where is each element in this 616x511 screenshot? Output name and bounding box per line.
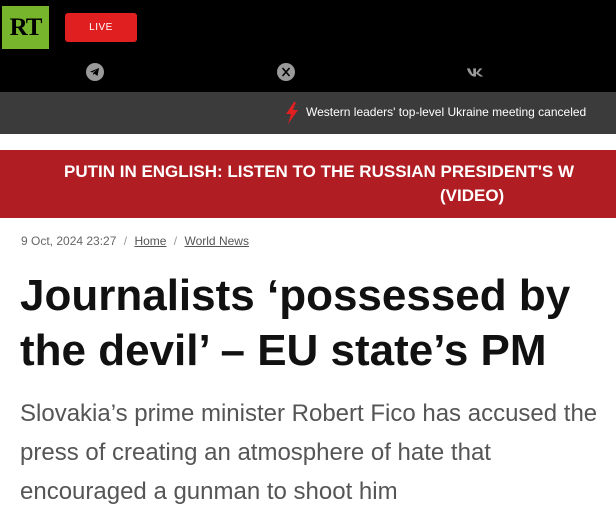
x-icon[interactable] — [276, 62, 296, 82]
banner-line-2: (VIDEO) — [440, 186, 505, 205]
ticker-headline-link[interactable]: Western leaders' top-level Ukraine meeti… — [306, 105, 586, 119]
breadcrumb-separator: / — [173, 234, 178, 248]
spacer — [0, 134, 616, 150]
news-ticker: Western leaders' top-level Ukraine meeti… — [0, 92, 616, 134]
breadcrumb-separator: / — [123, 234, 128, 248]
rt-logo[interactable]: RT — [2, 6, 49, 49]
breadcrumb-home-link[interactable]: Home — [134, 234, 166, 248]
vk-icon[interactable] — [466, 62, 486, 82]
top-header: RT LIVE — [0, 0, 616, 92]
live-button[interactable]: LIVE — [65, 13, 137, 42]
article-title: Journalists ‘possessed by the devil’ – E… — [20, 271, 571, 375]
banner-line-1: PUTIN IN ENGLISH: LISTEN TO THE RUSSIAN … — [64, 162, 574, 181]
article-lead: Slovakia’s prime minister Robert Fico ha… — [20, 400, 598, 505]
promo-banner[interactable]: PUTIN IN ENGLISH: LISTEN TO THE RUSSIAN … — [0, 150, 616, 218]
article-date: 9 Oct, 2024 23:27 — [21, 234, 117, 248]
breadcrumb: 9 Oct, 2024 23:27 / Home / World News — [21, 234, 249, 248]
lightning-icon — [285, 102, 299, 129]
breadcrumb-world-news-link[interactable]: World News — [184, 234, 248, 248]
telegram-icon[interactable] — [85, 62, 105, 82]
logo-text: RT — [9, 13, 43, 41]
